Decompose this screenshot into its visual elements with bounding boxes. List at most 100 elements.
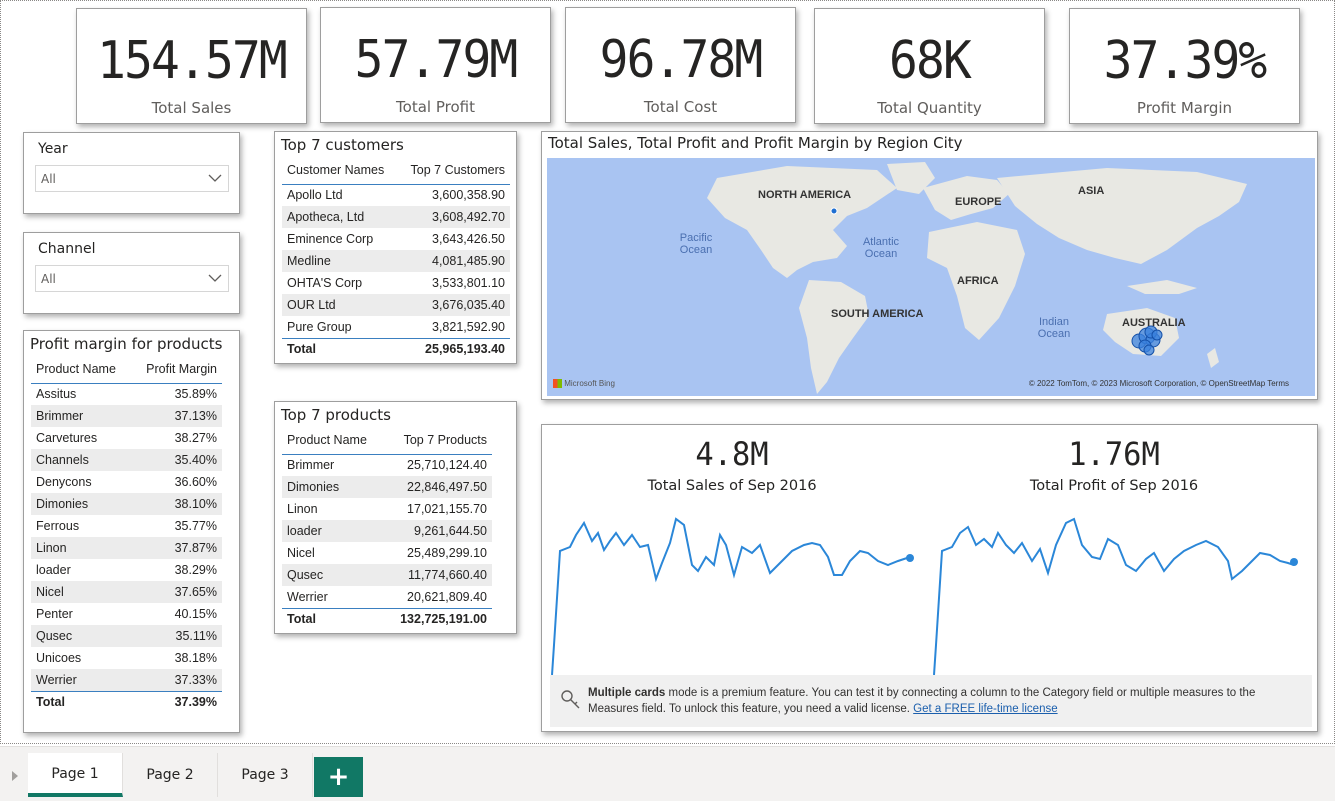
table-row[interactable]: Channels 35.40%	[31, 449, 222, 471]
multiple-cards-visual[interactable]: 4.8M Total Sales of Sep 2016 1.76M Total…	[541, 424, 1318, 732]
row-label: Unicoes	[36, 651, 82, 665]
kpi-label: Total Sales	[151, 99, 232, 117]
column-header[interactable]: Product Name	[282, 426, 384, 455]
table-row[interactable]: loader 9,261,644.50	[282, 520, 492, 542]
row-label: loader	[36, 563, 71, 577]
row-label: Qusec	[282, 564, 384, 586]
slicer-title: Year	[38, 141, 68, 157]
total-row: Total 25,965,193.40	[282, 337, 510, 360]
table-row[interactable]: Dimonies 22,846,497.50	[282, 476, 492, 498]
tab-page-1[interactable]: Page 1	[28, 753, 123, 797]
table-row[interactable]: Pure Group 3,821,592.90	[282, 316, 510, 338]
row-value: 25,710,124.40	[407, 458, 487, 473]
table-row[interactable]: Penter 40.15%	[31, 603, 222, 625]
table-row[interactable]: Werrier 20,621,809.40	[282, 586, 492, 608]
column-header[interactable]: Top 7 Products	[383, 426, 492, 455]
add-page-button[interactable]: +	[314, 757, 363, 797]
tab-page-3[interactable]: Page 3	[218, 753, 313, 797]
kpi-card-profit-margin[interactable]: 37.39% Profit Margin	[1069, 8, 1300, 124]
table-title: Top 7 products	[281, 406, 391, 424]
table-row[interactable]: Ferrous 35.77%	[31, 515, 222, 537]
row-label: Eminence Corp	[287, 232, 374, 246]
row-value: 35.11%	[131, 625, 222, 647]
row-value: 17,021,155.70	[407, 502, 487, 516]
free-license-link[interactable]: Get a FREE life-time license	[913, 703, 1057, 715]
row-label: Linon	[31, 537, 132, 559]
column-header[interactable]: Customer Names	[282, 156, 398, 185]
table-row[interactable]: Qusec 35.11%	[31, 625, 222, 647]
chevron-down-icon	[208, 274, 222, 282]
table-row[interactable]: Linon 17,021,155.70	[282, 498, 492, 520]
row-value: 37.65%	[131, 581, 222, 603]
continent-label: ASIA	[1078, 185, 1105, 197]
channel-dropdown[interactable]: All	[35, 265, 229, 292]
kpi-value: 57.79M	[354, 30, 519, 90]
table-row[interactable]: Denycons 36.60%	[31, 471, 222, 493]
column-header[interactable]: Top 7 Customers	[397, 156, 510, 185]
top-products-table[interactable]: Top 7 products Product Name Top 7 Product…	[274, 401, 517, 634]
table-row[interactable]: Carvetures 38.27%	[31, 427, 222, 449]
map-area[interactable]: NORTH AMERICA EUROPE ASIA AFRICA SOUTH A…	[547, 158, 1315, 396]
map-credit: © 2022 TomTom, © 2023 Microsoft Corporat…	[1028, 379, 1289, 388]
table-row[interactable]: Medline 4,081,485.90	[282, 250, 510, 272]
row-value: 20,621,809.40	[407, 589, 487, 604]
report-canvas: 154.57M Total Sales 57.79M Total Profit …	[0, 0, 1335, 744]
scroll-left-icon[interactable]	[12, 771, 18, 781]
key-icon	[561, 690, 580, 709]
kpi-card-total-profit[interactable]: 57.79M Total Profit	[320, 7, 551, 123]
channel-slicer: Channel All	[23, 232, 240, 314]
table-row[interactable]: Unicoes 38.18%	[31, 647, 222, 669]
row-value: 38.10%	[131, 493, 222, 515]
row-value: 11,774,660.40	[383, 564, 492, 586]
continent-label: AFRICA	[957, 275, 999, 287]
row-label: Apotheca, Ltd	[282, 206, 398, 228]
kpi-value: 154.57M	[97, 31, 288, 91]
kpi-card-total-sales[interactable]: 154.57M Total Sales	[76, 8, 307, 124]
row-label: Ferrous	[36, 519, 80, 533]
row-value: 37.33%	[131, 669, 222, 691]
row-value: 3,600,358.90	[432, 188, 505, 203]
year-dropdown[interactable]: All	[35, 165, 229, 192]
total-label: Total	[282, 607, 384, 630]
table-row[interactable]: Apotheca, Ltd 3,608,492.70	[282, 206, 510, 228]
table-row[interactable]: Apollo Ltd 3,600,358.90	[282, 184, 510, 206]
table-row[interactable]: Eminence Corp 3,643,426.50	[282, 228, 510, 250]
ocean-label: Atlantic Ocean	[862, 236, 900, 261]
row-label: OUR Ltd	[282, 294, 398, 316]
kpi-card-total-cost[interactable]: 96.78M Total Cost	[565, 7, 796, 123]
total-value: 37.39%	[131, 690, 222, 713]
column-header[interactable]: Profit Margin	[131, 355, 222, 384]
map-bubble	[830, 207, 838, 215]
row-value: 38.18%	[174, 651, 217, 665]
tab-page-2[interactable]: Page 2	[123, 753, 218, 797]
table-row[interactable]: Nicel 25,489,299.10	[282, 542, 492, 564]
profit-margin-grid: Product Name Profit Margin Assitus 35.89% Br…	[31, 355, 222, 713]
top-customers-grid: Customer Names Top 7 Customers Apollo Ltd 3…	[282, 156, 510, 360]
table-row[interactable]: Nicel 37.65%	[31, 581, 222, 603]
row-value: 4,081,485.90	[397, 250, 510, 272]
premium-text: Multiple cards mode is a premium feature…	[588, 685, 1304, 717]
region-map[interactable]: Total Sales, Total Profit and Profit Mar…	[541, 131, 1318, 400]
table-row[interactable]: Brimmer 25,710,124.40	[282, 454, 492, 476]
row-label: Brimmer	[287, 458, 335, 473]
page-tab-bar: Page 1 Page 2 Page 3 +	[0, 746, 1335, 801]
row-value: 36.60%	[174, 475, 217, 489]
kpi-value: 96.78M	[599, 30, 764, 90]
table-row[interactable]: Qusec 11,774,660.40	[282, 564, 492, 586]
table-row[interactable]: Werrier 37.33%	[31, 669, 222, 691]
row-label: Denycons	[36, 475, 92, 489]
profit-margin-table[interactable]: Profit margin for products Product Name P…	[23, 330, 240, 733]
table-row[interactable]: Assitus 35.89%	[31, 383, 222, 405]
kpi-card-total-quantity[interactable]: 68K Total Quantity	[814, 8, 1045, 124]
slicer-title: Channel	[38, 241, 96, 257]
table-row[interactable]: OHTA'S Corp 3,533,801.10	[282, 272, 510, 294]
table-row[interactable]: Dimonies 38.10%	[31, 493, 222, 515]
table-row[interactable]: Linon 37.87%	[31, 537, 222, 559]
top-customers-table[interactable]: Top 7 customers Customer Names Top 7 Cust…	[274, 131, 517, 364]
table-row[interactable]: loader 38.29%	[31, 559, 222, 581]
table-row[interactable]: Brimmer 37.13%	[31, 405, 222, 427]
table-title: Profit margin for products	[30, 335, 223, 353]
column-header[interactable]: Product Name	[31, 355, 132, 384]
ocean-label: Indian Ocean	[1037, 316, 1071, 341]
table-row[interactable]: OUR Ltd 3,676,035.40	[282, 294, 510, 316]
